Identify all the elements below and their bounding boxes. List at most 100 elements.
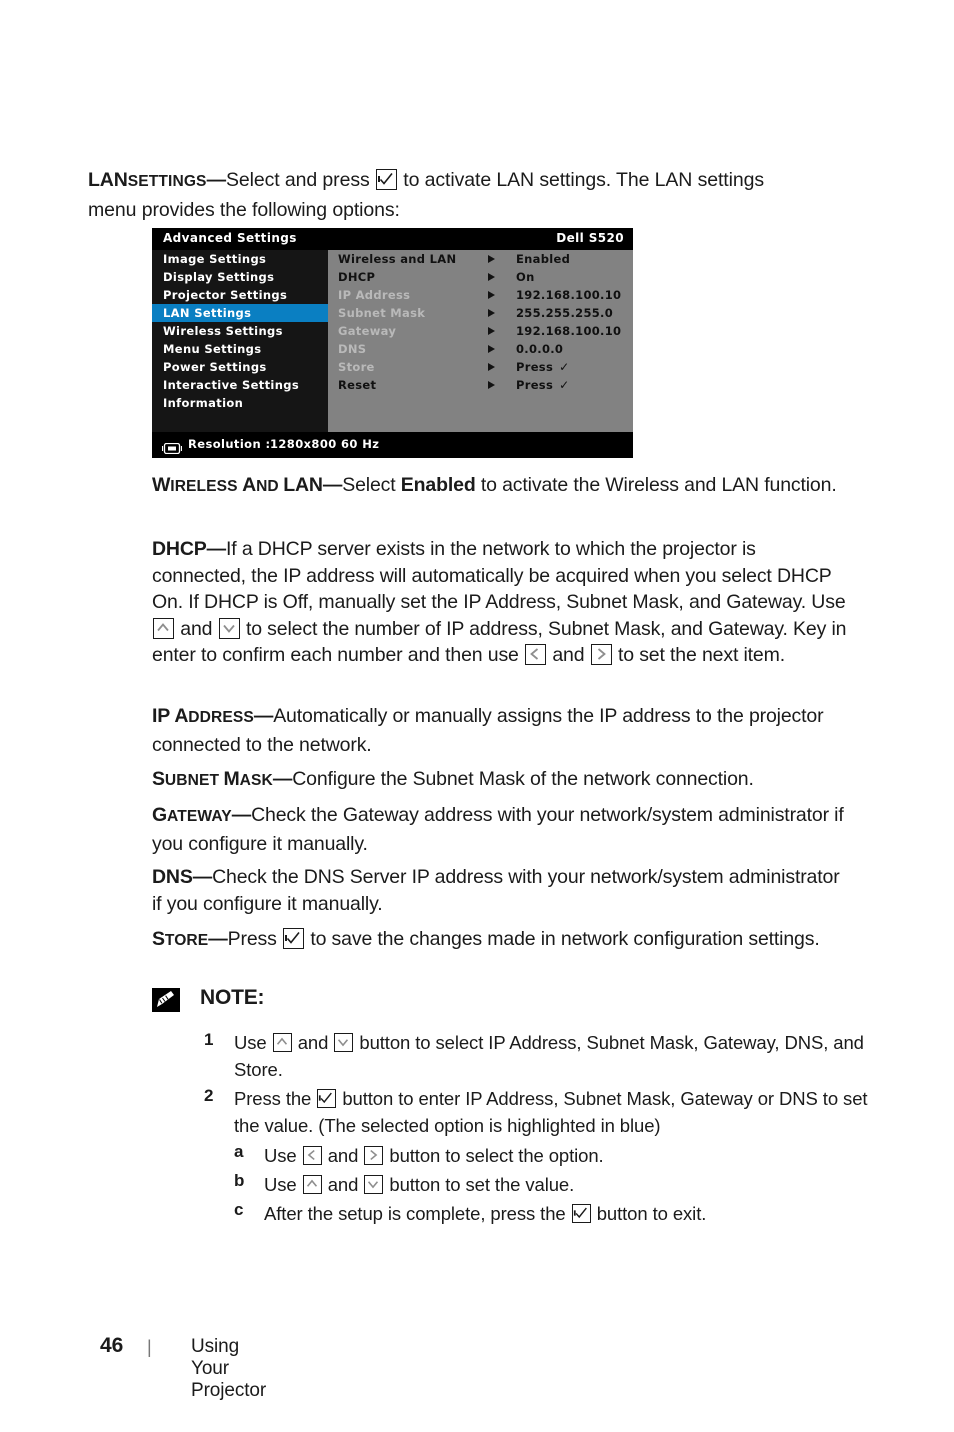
osd-row-gateway[interactable]: Gateway 192.168.100.10 [328,322,633,340]
chevron-right-icon [488,286,498,304]
subitem-text: Use and button to set the value. [264,1171,872,1199]
em-dash: — [208,928,228,950]
left-arrow-key-icon [525,644,547,666]
dns-section: DNS—Check the DNS Server IP address with… [152,864,852,917]
osd-row-dhcp[interactable]: DHCP On [328,268,633,286]
note-item-2: 2 Press the button to enter IP Address, … [152,1086,872,1139]
note1-part3: button to select IP Address, Subnet Mask… [234,1032,864,1080]
em-dash: — [192,866,213,888]
sub-b-part2: and [327,1174,359,1195]
footer-chapter-title: Using Your Projector [191,1336,267,1401]
osd-row-subnet-mask[interactable]: Subnet Mask 255.255.255.0 [328,304,633,322]
right-arrow-key-icon [364,1146,384,1165]
lan-settings-term: LANSETTINGS [88,169,207,191]
dhcp-body-part5: to set the next item. [617,644,785,667]
sub-a-part3: button to select the option. [389,1145,604,1166]
enter-key-icon [317,1089,337,1108]
subitem-letter: a [234,1142,244,1161]
resolution-label: Resolution : [188,437,271,451]
note-header: NOTE: [152,986,872,1020]
note-item-number: 1 [204,1030,214,1049]
chevron-right-icon [488,376,498,394]
up-arrow-key-icon [272,1033,292,1052]
wireless-and-lan-term: WIRELESS AND LAN [152,474,323,496]
checkmark-icon: ✓ [559,378,570,392]
osd-model-label: Dell S520 [556,231,624,245]
em-dash: — [272,768,293,790]
em-dash: — [206,169,227,191]
up-arrow-key-icon [153,617,174,639]
row-value: Press ✓ [516,378,570,392]
note-subitem-b: b Use and button to set the value. [152,1171,872,1199]
osd-body: Image Settings Display Settings Projecto… [152,250,633,432]
store-term: STORE [152,928,209,950]
sidebar-item-projector-settings[interactable]: Projector Settings [152,286,328,304]
osd-row-dns[interactable]: DNS 0.0.0.0 [328,340,633,358]
note-item-number: 2 [204,1086,214,1105]
subnet-mask-term: SUBNET MASK [152,768,273,790]
note1-part2: and [297,1032,329,1053]
subitem-text: After the setup is complete, press the b… [264,1200,872,1228]
osd-row-reset[interactable]: Reset Press ✓ [328,376,633,394]
osd-status-bar: Resolution : 1280x800 60 Hz [152,432,633,458]
wireless-and-lan-section: WIRELESS AND LAN—Select Enabled to activ… [152,472,852,501]
row-label: DHCP [338,270,376,284]
sub-c-part1: After the setup is complete, press the [264,1203,566,1224]
down-arrow-key-icon [218,617,240,639]
projector-osd-screenshot: Advanced Settings Dell S520 Image Settin… [152,228,633,458]
osd-row-ip-address[interactable]: IP Address 192.168.100.10 [328,286,633,304]
monitor-icon [161,439,183,455]
sidebar-item-image-settings[interactable]: Image Settings [152,250,328,268]
em-dash: — [206,538,227,560]
note-item-text: Press the button to enter IP Address, Su… [234,1086,872,1139]
chevron-right-icon [488,268,498,286]
resolution-value: 1280x800 60 Hz [270,437,380,451]
row-value: Enabled [516,252,571,266]
row-label: IP Address [338,288,411,302]
dhcp-body-part4: and [552,644,585,667]
store-section: STORE—Press to save the changes made in … [152,926,852,955]
row-value: 192.168.100.10 [516,288,622,302]
gateway-term: GATEWAY [152,804,232,826]
page-number: 46 [100,1334,124,1357]
sidebar-item-lan-settings[interactable]: LAN Settings [152,304,328,322]
note-list: 1 Use and button to select IP Address, S… [152,1030,872,1228]
sidebar-item-power-settings[interactable]: Power Settings [152,358,328,376]
dns-body: Check the DNS Server IP address with you… [152,866,840,915]
note-item-text: Use and button to select IP Address, Sub… [234,1030,872,1083]
row-label: Store [338,360,375,374]
down-arrow-key-icon [364,1175,384,1194]
sub-b-part3: button to set the value. [389,1174,575,1195]
sidebar-item-menu-settings[interactable]: Menu Settings [152,340,328,358]
row-label: Reset [338,378,377,392]
row-value: Press ✓ [516,360,570,374]
note-subitem-c: c After the setup is complete, press the… [152,1200,872,1228]
right-arrow-key-icon [590,644,612,666]
dhcp-body-part1: If a DHCP server exists in the network t… [152,538,846,614]
sidebar-item-display-settings[interactable]: Display Settings [152,268,328,286]
chevron-right-icon [488,250,498,268]
sidebar-item-interactive-settings[interactable]: Interactive Settings [152,376,328,394]
dhcp-term: DHCP [152,538,207,560]
note-block: NOTE: 1 Use and button to select IP Addr… [152,986,872,1229]
ip-address-term: IP ADDRESS [152,705,254,727]
note-item-1: 1 Use and button to select IP Address, S… [152,1030,872,1083]
em-dash: — [231,804,252,826]
sidebar-item-wireless-settings[interactable]: Wireless Settings [152,322,328,340]
chevron-right-icon [488,358,498,376]
enter-key-icon [283,928,305,949]
osd-row-store[interactable]: Store Press ✓ [328,358,633,376]
section-body-part2: to activate the Wireless and LAN functio… [475,474,837,496]
osd-row-wireless-and-lan[interactable]: Wireless and LAN Enabled [328,250,633,268]
row-label: DNS [338,342,367,356]
down-arrow-key-icon [334,1033,354,1052]
sidebar-item-information[interactable]: Information [152,394,328,412]
up-arrow-key-icon [302,1175,322,1194]
store-body-part1: Press [227,928,277,950]
note1-part1: Use [234,1032,267,1053]
subnet-mask-section: SUBNET MASK—Configure the Subnet Mask of… [152,766,852,795]
osd-title: Advanced Settings [163,231,297,245]
note2-part1: Press the [234,1088,312,1109]
gateway-body: Check the Gateway address with your netw… [152,804,844,855]
section-body-part1: Select [342,474,401,496]
